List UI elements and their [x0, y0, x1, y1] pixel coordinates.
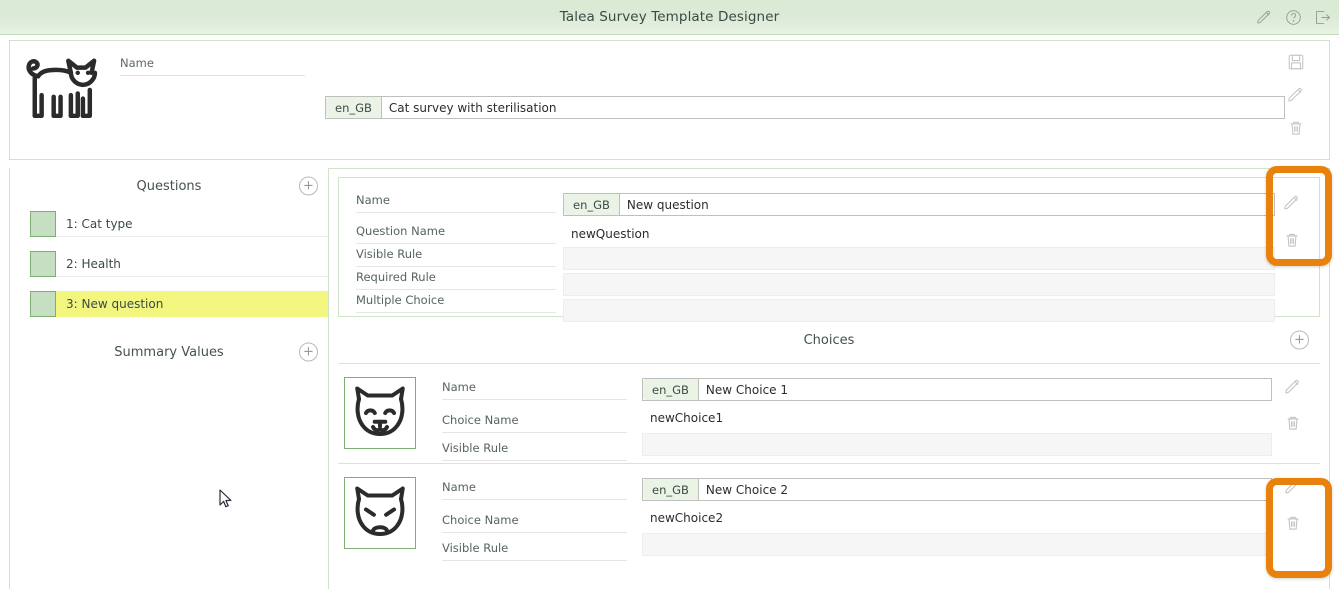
question-thumbnail — [30, 211, 56, 237]
choice-field-label-visible-rule: Visible Rule — [442, 541, 627, 561]
question-thumbnail — [30, 251, 56, 277]
summary-values-title: Summary Values — [114, 344, 224, 360]
edit-pencil-icon[interactable] — [1256, 9, 1273, 26]
question-item-label: 3: New question — [56, 291, 328, 317]
choice-actions-2 — [1284, 478, 1314, 532]
save-icon[interactable] — [1287, 53, 1317, 71]
choice-visible-rule-field-2[interactable] — [642, 533, 1272, 556]
logout-icon[interactable] — [1314, 9, 1331, 26]
locale-tag: en_GB — [326, 97, 382, 118]
delete-icon[interactable] — [1283, 231, 1313, 249]
field-label-question-name: Question Name — [356, 224, 556, 244]
locale-tag: en_GB — [643, 379, 699, 400]
field-label-required-rule: Required Rule — [356, 270, 556, 290]
choices-title: Choices — [803, 332, 855, 348]
app-window: Talea Survey Template Designer Name en_G… — [0, 0, 1339, 589]
question-list-item-3[interactable]: 3: New question — [10, 288, 328, 320]
choice-name-value: New Choice 1 — [705, 382, 788, 397]
edit-icon[interactable] — [1283, 194, 1313, 212]
question-item-label: 1: Cat type — [56, 211, 328, 237]
choice-name-value: New Choice 2 — [705, 482, 788, 497]
required-rule-field[interactable] — [563, 273, 1275, 296]
question-list-item-2[interactable]: 2: Health — [10, 248, 328, 280]
question-list-item-1[interactable]: 1: Cat type — [10, 208, 328, 240]
question-detail-panel: Name Question Name Visible Rule Required… — [329, 168, 1330, 589]
delete-icon[interactable] — [1287, 119, 1317, 137]
choice-name-field-2[interactable]: newChoice2 — [642, 506, 1272, 529]
delete-icon[interactable] — [1284, 414, 1314, 432]
window-title: Talea Survey Template Designer — [559, 9, 780, 25]
choice-field-label-choice-name: Choice Name — [442, 513, 627, 533]
survey-header-actions — [1287, 53, 1317, 152]
choice-actions-1 — [1284, 378, 1314, 432]
choice-field-label-name: Name — [442, 480, 627, 500]
cat-standing-logo — [21, 50, 107, 130]
choice-field-label-name: Name — [442, 380, 627, 400]
question-name-value: New question — [626, 197, 709, 212]
edit-icon[interactable] — [1284, 378, 1314, 396]
survey-name-value: Cat survey with sterilisation — [388, 100, 557, 115]
question-item-label: 2: Health — [56, 251, 328, 277]
title-bar: Talea Survey Template Designer — [0, 0, 1339, 35]
edit-icon[interactable] — [1287, 86, 1317, 104]
questions-sidebar: Questions + 1: Cat type 2: Health 3: New… — [9, 168, 329, 589]
mouse-pointer — [219, 489, 232, 509]
questions-section-header: Questions + — [10, 168, 328, 204]
choice-card-2: Name Choice Name Visible Rule en_GB New … — [338, 463, 1320, 563]
visible-rule-field[interactable] — [563, 247, 1275, 270]
field-label-name: Name — [356, 193, 556, 213]
questions-list: 1: Cat type 2: Health 3: New question — [10, 204, 328, 320]
choice-field-label-choice-name: Choice Name — [442, 413, 627, 433]
survey-name-input[interactable]: en_GB Cat survey with sterilisation — [325, 96, 1285, 119]
choice-card-1: Name Choice Name Visible Rule en_GB New … — [338, 363, 1320, 463]
help-icon[interactable] — [1285, 9, 1302, 26]
locale-tag: en_GB — [564, 194, 620, 215]
field-label-visible-rule: Visible Rule — [356, 247, 556, 267]
title-bar-actions — [1256, 0, 1331, 35]
questions-title: Questions — [136, 178, 202, 194]
summary-values-section-header: Summary Values + — [10, 334, 328, 370]
sad-cat-face-icon[interactable] — [344, 477, 416, 549]
edit-icon[interactable] — [1284, 478, 1314, 496]
survey-name-label: Name — [120, 56, 305, 76]
choice-name-field-1[interactable]: newChoice1 — [642, 406, 1272, 429]
delete-icon[interactable] — [1284, 514, 1314, 532]
happy-cat-face-icon[interactable] — [344, 377, 416, 449]
question-name-input[interactable]: en_GB New question — [563, 193, 1275, 216]
locale-tag: en_GB — [643, 479, 699, 500]
question-name-field[interactable]: newQuestion — [563, 222, 1275, 245]
add-choice-button[interactable]: + — [1290, 330, 1309, 350]
question-card: Name Question Name Visible Rule Required… — [338, 177, 1320, 322]
choice-name-input-1[interactable]: en_GB New Choice 1 — [642, 378, 1272, 401]
field-label-multiple-choice: Multiple Choice — [356, 293, 556, 313]
choice-field-label-visible-rule: Visible Rule — [442, 441, 627, 461]
add-summary-value-button[interactable]: + — [299, 342, 318, 362]
choice-name-input-2[interactable]: en_GB New Choice 2 — [642, 478, 1272, 501]
question-thumbnail — [30, 291, 56, 317]
choice-visible-rule-field-1[interactable] — [642, 433, 1272, 456]
choices-section-header: Choices + — [329, 317, 1329, 363]
question-actions — [1283, 194, 1313, 249]
survey-header-panel: Name en_GB Cat survey with sterilisation — [9, 40, 1330, 160]
add-question-button[interactable]: + — [299, 176, 318, 196]
